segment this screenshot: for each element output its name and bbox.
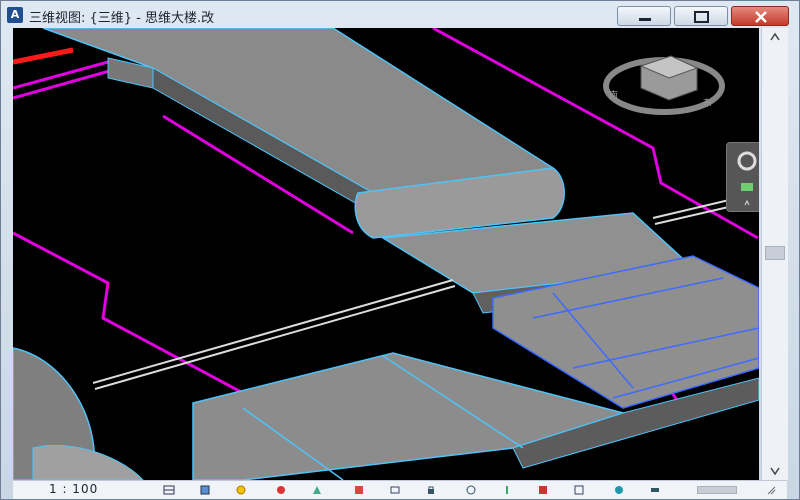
highlight-displacement-icon[interactable] [613,484,625,496]
maximize-button[interactable] [674,6,728,26]
show-crop-icon[interactable] [389,484,401,496]
revit-3d-view-window: A 三维视图: {三维} - 思维大楼.改 南 东 1: 100 [0,0,800,500]
vertical-scrollbar[interactable] [761,28,788,480]
detail-level-icon[interactable] [163,484,175,496]
shadows-icon[interactable] [275,484,287,496]
minimize-button[interactable] [617,6,671,26]
viewcube-label-east: 东 [703,97,712,109]
red-pipe [13,47,74,65]
analytical-model-icon[interactable] [573,484,585,496]
scroll-down-icon[interactable] [762,462,788,480]
duct-model-canvas[interactable]: 南 东 [13,28,759,480]
lock-view-icon[interactable] [425,484,437,496]
reveal-hidden-icon[interactable] [501,484,513,496]
crop-view-icon[interactable] [353,484,365,496]
visual-style-icon[interactable] [199,484,211,496]
title-bar[interactable]: A 三维视图: {三维} - 思维大楼.改 [1,1,799,29]
app-icon: A [7,7,23,23]
minimize-icon [639,18,651,21]
vertical-scroll-thumb[interactable] [765,246,785,260]
steering-wheel-icon [737,151,757,206]
temporary-hide-icon[interactable] [465,484,477,496]
window-title: 三维视图: {三维} - 思维大楼.改 [29,11,215,26]
viewcube-label-south: 南 [609,89,618,101]
3d-model-viewport[interactable]: 南 东 [13,28,759,480]
reveal-constraints-icon[interactable] [649,484,661,496]
zoom-icon [741,183,753,191]
resize-grip-icon[interactable] [765,484,777,496]
close-icon [755,11,767,23]
view-control-bar: 1 : 100 [13,480,787,499]
view-cube[interactable]: 南 东 [603,55,725,115]
scroll-up-icon[interactable] [762,28,788,46]
temporary-view-properties-icon[interactable] [537,484,549,496]
navigation-bar[interactable] [726,142,759,212]
maximize-icon [694,11,709,23]
horizontal-scroll-thumb[interactable] [697,486,737,494]
close-button[interactable] [731,6,789,26]
view-scale[interactable]: 1 : 100 [49,482,98,496]
render-icon[interactable] [311,484,323,496]
sun-path-icon[interactable] [235,484,247,496]
round-duct-left [13,347,144,480]
